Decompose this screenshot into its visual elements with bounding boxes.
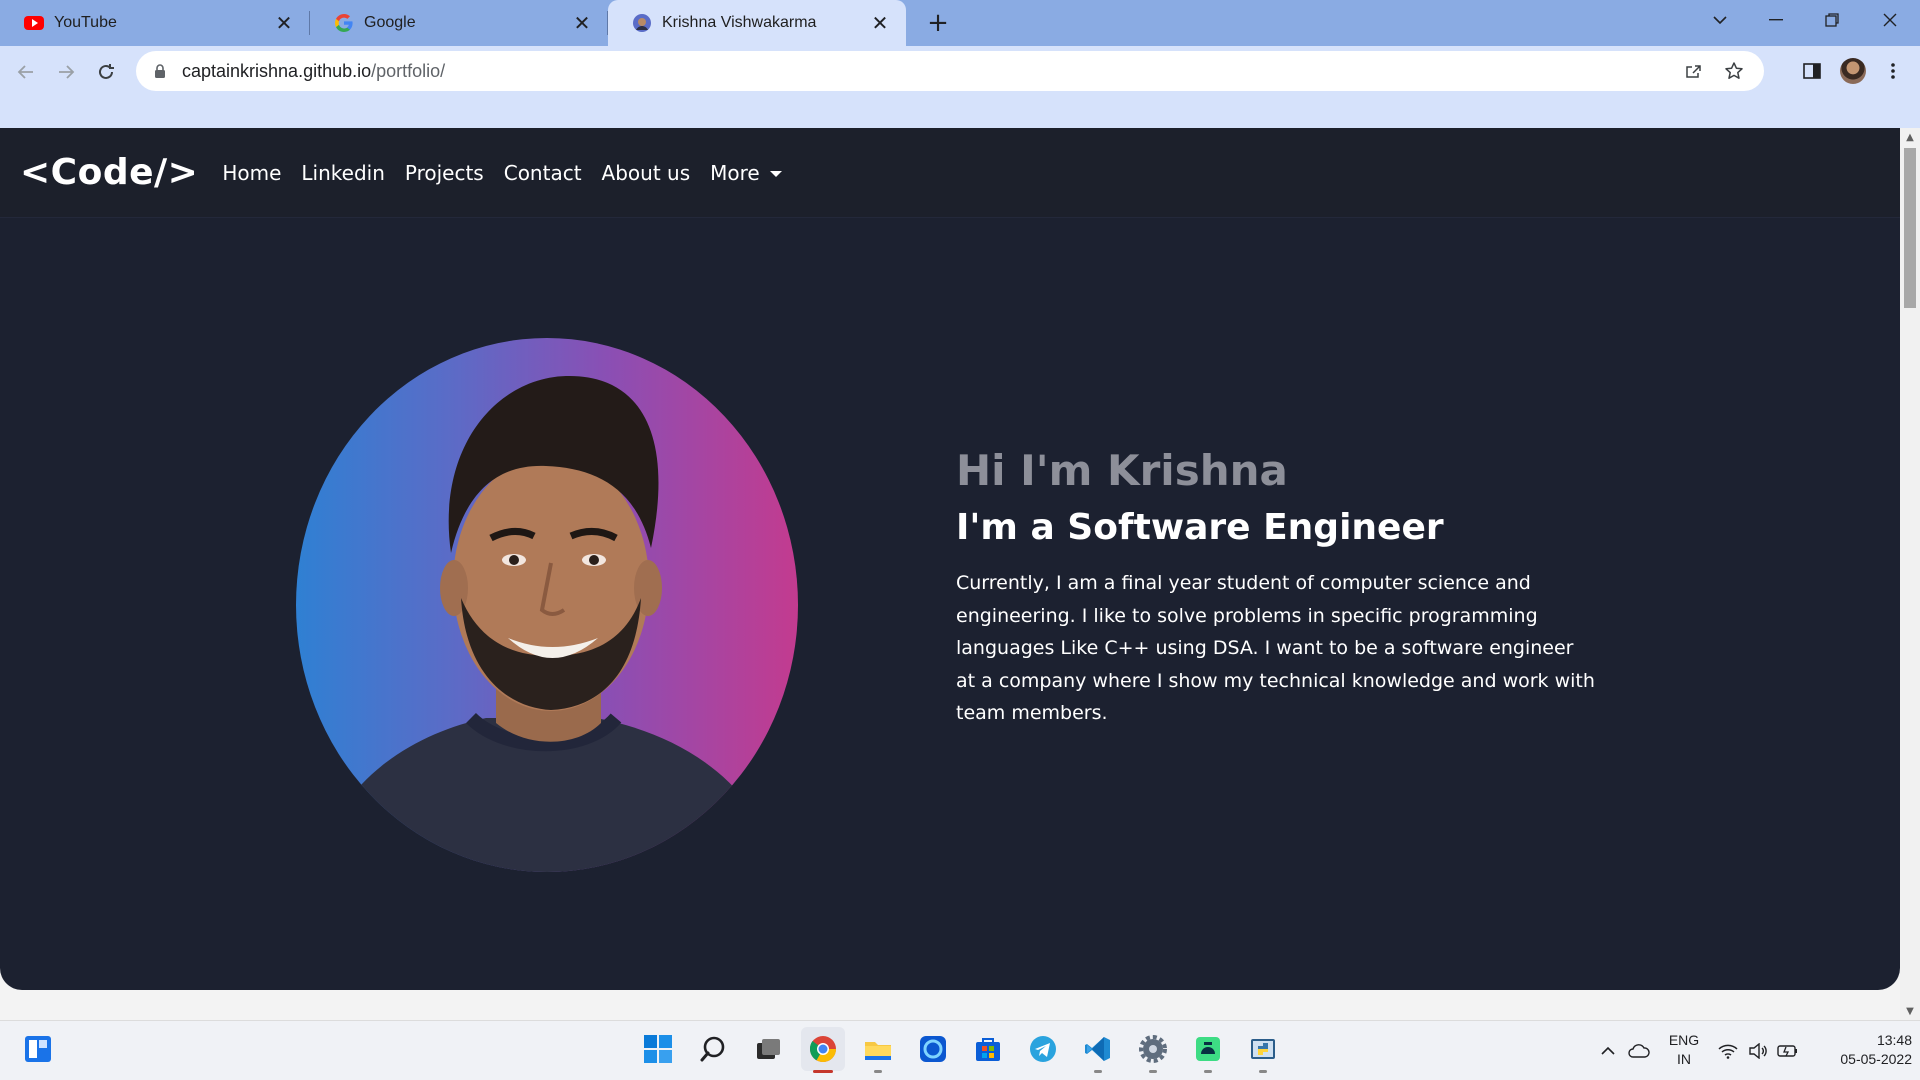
battery-icon[interactable]	[1776, 1039, 1800, 1063]
hero-description: Currently, I am a final year student of …	[956, 572, 1595, 724]
tab-title: Google	[364, 14, 416, 31]
volume-icon[interactable]	[1746, 1039, 1770, 1063]
nav-linkedin[interactable]: Linkedin	[291, 161, 394, 185]
url-host: captainkrishna.github.io	[182, 60, 372, 81]
back-button[interactable]	[8, 54, 44, 90]
youtube-icon	[24, 13, 44, 33]
page-scrollbar[interactable]: ▲ ▼	[1900, 128, 1920, 1020]
nav-about-us[interactable]: About us	[592, 161, 701, 185]
settings-icon[interactable]	[1131, 1027, 1175, 1073]
google-g-icon	[334, 13, 354, 33]
edge-icon[interactable]	[911, 1027, 955, 1071]
caret-down-icon	[769, 171, 782, 177]
store-icon[interactable]	[966, 1027, 1010, 1071]
lock-icon[interactable]	[150, 61, 170, 81]
site-navbar: <Code/> Home Linkedin Projects Contact A…	[0, 128, 1900, 218]
side-panel-icon[interactable]	[1797, 56, 1827, 86]
clock-date: 05-05-2022	[1840, 1051, 1912, 1067]
browser-tab-strip: YouTube ✕ Google ✕ Krishna Vishwakarma ✕…	[0, 0, 1920, 46]
onedrive-cloud-icon[interactable]	[1627, 1039, 1651, 1063]
task-view-icon[interactable]	[746, 1027, 790, 1071]
share-icon[interactable]	[1682, 59, 1706, 83]
hero-title: I'm a Software Engineer	[956, 507, 1444, 548]
profile-avatar-icon[interactable]	[1838, 56, 1868, 86]
scroll-down-arrow-icon[interactable]: ▼	[1900, 1002, 1920, 1020]
url-path: /portfolio/	[371, 60, 446, 81]
bookmark-star-icon[interactable]	[1722, 59, 1746, 83]
file-explorer-icon[interactable]	[856, 1027, 900, 1073]
scroll-up-arrow-icon[interactable]: ▲	[1900, 128, 1920, 146]
tab-title: Krishna Vishwakarma	[662, 14, 817, 31]
site-brand-logo[interactable]: <Code/>	[20, 152, 198, 193]
profile-photo	[296, 338, 798, 872]
search-icon[interactable]	[691, 1027, 735, 1071]
show-hidden-icons-chevron-icon[interactable]	[1596, 1039, 1620, 1063]
language-indicator[interactable]: ENG IN	[1662, 1031, 1706, 1069]
nav-contact[interactable]: Contact	[494, 161, 592, 185]
reload-button[interactable]	[88, 54, 124, 90]
page-viewport: <Code/> Home Linkedin Projects Contact A…	[0, 128, 1920, 1020]
android-studio-icon[interactable]	[1186, 1027, 1230, 1073]
telegram-icon[interactable]	[1021, 1027, 1065, 1071]
nav-more-dropdown[interactable]: More	[700, 161, 792, 185]
browser-toolbar: captainkrishna.github.io/portfolio/	[0, 46, 1920, 131]
wifi-icon[interactable]	[1716, 1039, 1740, 1063]
chrome-icon[interactable]	[801, 1027, 845, 1073]
nav-home[interactable]: Home	[212, 161, 291, 185]
hero-text: Hi I'm Krishna I'm a Software Engineer C…	[956, 443, 1596, 730]
site-nav-links: Home Linkedin Projects Contact About us …	[212, 161, 791, 185]
clock[interactable]: 13:48 05-05-2022	[1812, 1031, 1912, 1069]
new-tab-button[interactable]: +	[922, 7, 954, 39]
menu-kebab-icon[interactable]	[1878, 56, 1908, 86]
tab-portfolio[interactable]: Krishna Vishwakarma ✕	[608, 0, 906, 46]
close-icon[interactable]: ✕	[868, 11, 892, 35]
tab-google[interactable]: Google ✕	[310, 0, 608, 46]
close-window-button[interactable]	[1862, 0, 1918, 40]
tab-youtube[interactable]: YouTube ✕	[0, 0, 310, 46]
portfolio-page: <Code/> Home Linkedin Projects Contact A…	[0, 128, 1900, 990]
start-icon[interactable]	[636, 1027, 680, 1071]
python-icon[interactable]	[1241, 1027, 1285, 1073]
region-code: IN	[1677, 1051, 1691, 1067]
close-icon[interactable]: ✕	[272, 11, 296, 35]
restore-button[interactable]	[1804, 0, 1860, 40]
minimize-button[interactable]	[1748, 0, 1804, 40]
profile-favicon	[632, 13, 652, 33]
nav-more-label: More	[710, 160, 760, 185]
tab-title: YouTube	[54, 14, 117, 31]
language-code: ENG	[1668, 1032, 1700, 1048]
nav-projects[interactable]: Projects	[395, 161, 494, 185]
url-text[interactable]: captainkrishna.github.io/portfolio/	[182, 61, 445, 82]
forward-button[interactable]	[48, 54, 84, 90]
address-bar[interactable]: captainkrishna.github.io/portfolio/	[136, 51, 1764, 91]
close-icon[interactable]: ✕	[570, 11, 594, 35]
windows-taskbar: ENG IN 13:48 05-05-2022	[0, 1020, 1920, 1080]
widgets-icon[interactable]	[16, 1027, 60, 1071]
scrollbar-thumb[interactable]	[1904, 148, 1916, 308]
vscode-icon[interactable]	[1076, 1027, 1120, 1073]
hero-greeting: Hi I'm Krishna	[956, 446, 1288, 495]
clock-time: 13:48	[1876, 1032, 1912, 1048]
tab-search-chevron-icon[interactable]	[1692, 0, 1748, 40]
